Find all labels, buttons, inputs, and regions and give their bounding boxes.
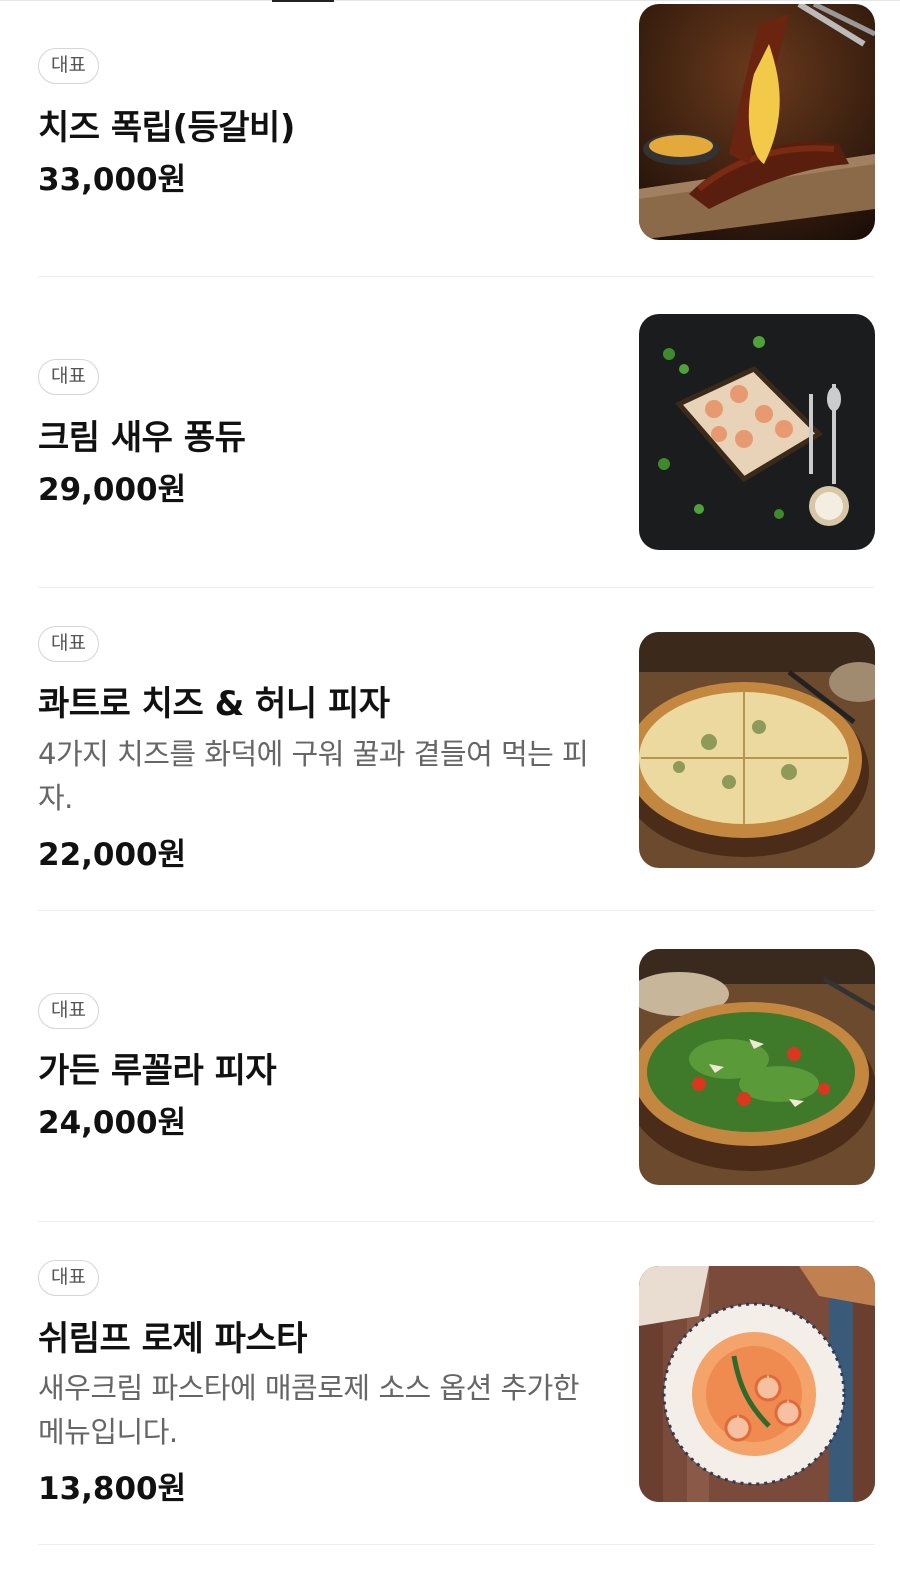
ribs-photo[interactable] xyxy=(639,4,875,240)
signature-badge: 대표 xyxy=(38,1260,99,1296)
menu-item-quattro-cheese-pizza[interactable]: 대표 콰트로 치즈 & 허니 피자 4가지 치즈를 화덕에 구워 꿀과 곁들여 … xyxy=(0,588,900,911)
menu-item-name: 쉬림프 로제 파스타 xyxy=(38,1319,307,1359)
menu-item-description: 새우크림 파스타에 매콤로제 소스 옵션 추가한 메뉴입니다. xyxy=(38,1371,580,1449)
rose-pasta-photo[interactable] xyxy=(639,1266,875,1502)
menu-item-price: 22,000원 xyxy=(38,837,187,873)
menu-item-price: 33,000원 xyxy=(38,162,187,198)
signature-badge: 대표 xyxy=(38,626,99,662)
arugula-pizza-photo[interactable] xyxy=(639,949,875,1185)
menu-item-name: 크림 새우 퐁듀 xyxy=(38,418,246,458)
menu-item-name: 콰트로 치즈 & 허니 피자 xyxy=(38,684,390,724)
menu-item-cheese-ribs[interactable]: 대표 치즈 폭립(등갈비) 33,000원 xyxy=(0,0,900,277)
signature-badge: 대표 xyxy=(38,993,99,1029)
menu-item-price: 24,000원 xyxy=(38,1105,187,1141)
signature-badge: 대표 xyxy=(38,359,99,395)
shrimp-fondue-photo[interactable] xyxy=(639,314,875,550)
signature-badge: 대표 xyxy=(38,48,99,84)
menu-item-garden-arugula-pizza[interactable]: 대표 가든 루꼴라 피자 24,000원 xyxy=(0,911,900,1222)
menu-item-description: 4가지 치즈를 화덕에 구워 꿀과 곁들여 먹는 피자. xyxy=(38,737,589,815)
menu-item-name: 가든 루꼴라 피자 xyxy=(38,1051,277,1091)
cheese-pizza-photo[interactable] xyxy=(639,632,875,868)
menu-item-shrimp-fondue[interactable]: 대표 크림 새우 퐁듀 29,000원 xyxy=(0,277,900,588)
menu-item-price: 13,800원 xyxy=(38,1471,187,1507)
menu-item-shrimp-rose-pasta[interactable]: 대표 쉬림프 로제 파스타 새우크림 파스타에 매콤로제 소스 옵션 추가한 메… xyxy=(0,1222,900,1545)
divider xyxy=(38,1544,875,1545)
menu-item-name: 치즈 폭립(등갈비) xyxy=(38,108,295,148)
menu-item-price: 29,000원 xyxy=(38,472,187,508)
